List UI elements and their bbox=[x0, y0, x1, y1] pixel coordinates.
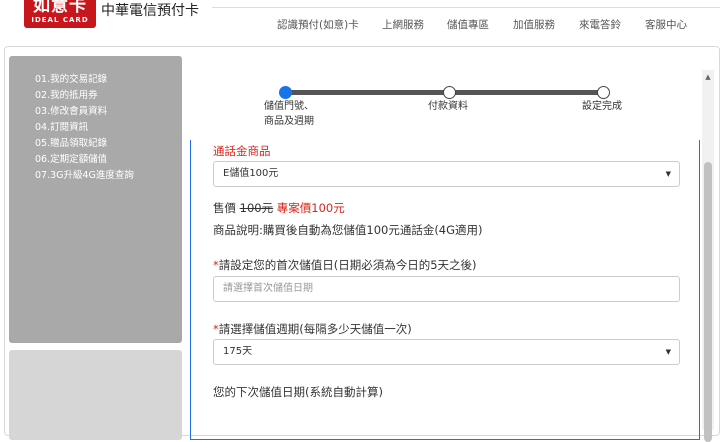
product-description: 商品說明:購買後自動為您儲值100元通話金(4G適用) bbox=[213, 223, 483, 237]
cycle-label: *請選擇儲值週期(每隔多少天儲值一次) bbox=[213, 321, 412, 337]
step-1-label-line2: 商品及週期 bbox=[264, 116, 314, 127]
vertical-scrollbar[interactable]: ▲ bbox=[702, 70, 714, 442]
cycle-label-text: 請選擇儲值週期(每隔多少天儲值一次) bbox=[218, 322, 412, 336]
nav-internet[interactable]: 上網服務 bbox=[382, 17, 424, 32]
chevron-down-icon: ▼ bbox=[665, 348, 671, 356]
product-select[interactable]: E儲值100元 ▼ bbox=[213, 161, 680, 187]
product-label: 通話金商品 bbox=[213, 144, 271, 158]
step-1-label-line1: 儲值門號、 bbox=[264, 101, 314, 112]
step-1-label: 儲值門號、 商品及週期 bbox=[264, 99, 314, 129]
cycle-select[interactable]: 175天 ▼ bbox=[213, 339, 680, 365]
chevron-down-icon: ▼ bbox=[665, 170, 671, 178]
first-date-placeholder: 請選擇首次儲值日期 bbox=[223, 283, 313, 294]
scroll-up-icon[interactable]: ▲ bbox=[702, 70, 714, 84]
first-date-input[interactable]: 請選擇首次儲值日期 bbox=[213, 276, 680, 302]
site-header: 如意卡 IDEAL CARD 中華電信預付卡 認識預付(如意)卡 上網服務 儲值… bbox=[0, 0, 720, 46]
next-date-label: 您的下次儲值日期(系統自動計算) bbox=[213, 385, 383, 399]
nav-ringback[interactable]: 來電答鈴 bbox=[579, 17, 621, 32]
member-sidebar: 01.我的交易記錄 02.我的抵用券 03.修改會員資料 04.訂閱資訊 05.… bbox=[9, 56, 182, 343]
scroll-thumb[interactable] bbox=[704, 162, 712, 442]
price-prefix: 售價 bbox=[213, 201, 236, 215]
sidebar-item-edit-profile[interactable]: 03.修改會員資料 bbox=[35, 104, 182, 120]
sidebar-secondary-box bbox=[9, 350, 182, 440]
original-price: 100元 bbox=[239, 201, 274, 215]
main-nav: 認識預付(如意)卡 上網服務 儲值專區 加值服務 來電答鈴 客服中心 bbox=[0, 17, 720, 33]
product-select-value: E儲值100元 bbox=[223, 168, 279, 179]
step-2-dot bbox=[443, 86, 456, 99]
sidebar-item-gift-records[interactable]: 05.贈品領取紀錄 bbox=[35, 136, 182, 152]
step-3-label: 設定完成 bbox=[582, 101, 622, 112]
sidebar-item-scheduled-topup[interactable]: 06.定期定額儲值 bbox=[35, 152, 182, 168]
cycle-select-value: 175天 bbox=[223, 346, 253, 357]
sidebar-item-subscriptions[interactable]: 04.訂閱資訊 bbox=[35, 120, 182, 136]
step-3-dot bbox=[597, 86, 610, 99]
sidebar-item-vouchers[interactable]: 02.我的抵用券 bbox=[35, 88, 182, 104]
nav-value-added[interactable]: 加值服務 bbox=[513, 17, 555, 32]
nav-about-card[interactable]: 認識預付(如意)卡 bbox=[277, 17, 359, 32]
first-date-label-text: 請設定您的首次儲值日(日期必須為今日的5天之後) bbox=[218, 258, 477, 272]
nav-support[interactable]: 客服中心 bbox=[645, 17, 687, 32]
special-price: 專案價100元 bbox=[276, 201, 345, 215]
header-divider bbox=[212, 7, 720, 8]
nav-topup[interactable]: 儲值專區 bbox=[447, 17, 489, 32]
step-2-label: 付款資料 bbox=[428, 101, 468, 112]
sidebar-item-4g-upgrade[interactable]: 07.3G升級4G進度查詢 bbox=[35, 168, 182, 184]
price-line: 售價 100元 專案價100元 bbox=[213, 200, 345, 216]
sidebar-item-transactions[interactable]: 01.我的交易記錄 bbox=[35, 72, 182, 88]
topup-form: 通話金商品 E儲值100元 ▼ 售價 100元 專案價100元 商品說明:購買後… bbox=[190, 140, 700, 440]
logo-main-text: 如意卡 bbox=[33, 0, 87, 16]
step-1-dot bbox=[279, 86, 292, 99]
main-content: 儲值門號、 商品及週期 付款資料 設定完成 通話金商品 E儲值100元 ▼ 售價… bbox=[190, 56, 700, 440]
first-date-label: *請設定您的首次儲值日(日期必須為今日的5天之後) bbox=[213, 257, 477, 273]
